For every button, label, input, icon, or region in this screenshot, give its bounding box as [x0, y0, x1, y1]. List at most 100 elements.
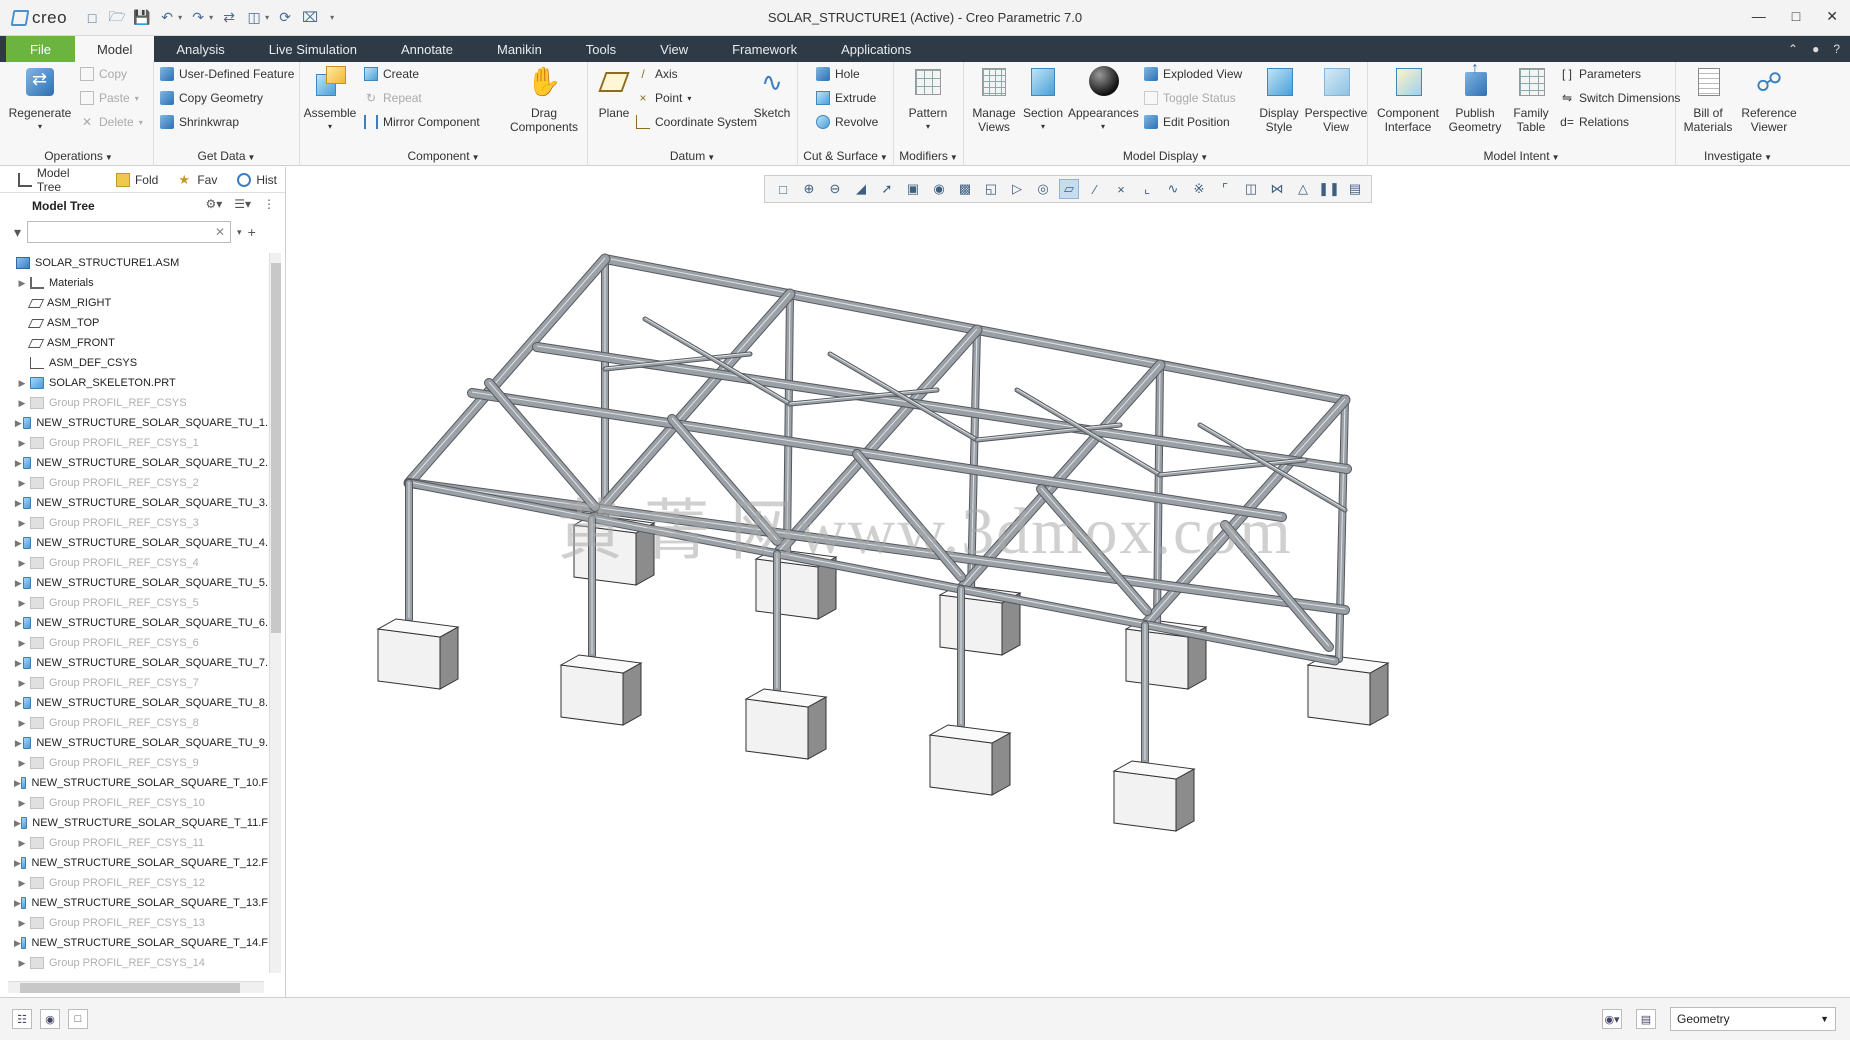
section-display-icon[interactable]: ◫ — [1241, 179, 1261, 199]
expand-arrow-icon[interactable]: ▶ — [14, 838, 30, 849]
tree-item[interactable]: ▶ NEW_STRUCTURE_SOLAR_SQUARE_TU_4. — [14, 533, 268, 553]
minimize-ribbon-icon[interactable]: ⌃ — [1788, 42, 1798, 56]
more-display-icon[interactable]: ▤ — [1345, 179, 1365, 199]
switch-dimensions-button[interactable]: ⇋ Switch Dimensions — [1560, 88, 1680, 108]
undo-dropdown-icon[interactable]: ▾ — [178, 13, 182, 22]
tree-item[interactable]: ▶ Materials — [14, 273, 268, 293]
tree-item[interactable]: ▶ NEW_STRUCTURE_SOLAR_SQUARE_T_10.F — [14, 773, 268, 793]
expand-arrow-icon[interactable]: ▶ — [14, 738, 23, 749]
manage-views-button[interactable]: Manage Views — [966, 64, 1022, 134]
expand-arrow-icon[interactable]: ▶ — [14, 858, 21, 869]
reorient-icon[interactable]: ➚ — [877, 179, 897, 199]
expand-arrow-icon[interactable]: ▶ — [14, 538, 23, 549]
tree-item[interactable]: ▶ Group PROFIL_REF_CSYS_7 — [14, 673, 268, 693]
expand-arrow-icon[interactable]: ▶ — [14, 558, 30, 569]
help-icon[interactable]: ? — [1833, 42, 1840, 56]
csys-display-icon[interactable]: ⌞ — [1137, 179, 1157, 199]
repeat-button[interactable]: ↻ Repeat — [364, 88, 422, 108]
delete-button[interactable]: ✕ Delete ▾ — [80, 112, 143, 132]
expand-arrow-icon[interactable]: ▶ — [14, 878, 30, 889]
revolve-button[interactable]: Revolve — [816, 112, 878, 132]
group-title-model-display[interactable]: Model Display ▼ — [964, 149, 1367, 163]
tree-item[interactable]: ▶ Group PROFIL_REF_CSYS_6 — [14, 633, 268, 653]
tree-item[interactable]: ▶ Group PROFIL_REF_CSYS_14 — [14, 953, 268, 973]
close-icon[interactable]: ✕ — [1826, 8, 1838, 25]
tree-vertical-scrollbar[interactable] — [269, 253, 281, 973]
tree-item[interactable]: ▶ NEW_STRUCTURE_SOLAR_SQUARE_TU_2. — [14, 453, 268, 473]
sketch-button[interactable]: ∿ Sketch — [748, 64, 796, 120]
toggle-status-button[interactable]: Toggle Status — [1144, 88, 1236, 108]
mirror-component-button[interactable]: Mirror Component — [364, 112, 480, 132]
graphics-window[interactable]: □ ⊕ ⊖ ◢ ➚ ▣ ◉ ▩ ◱ ▷ ◎ ▱ ∕ × ⌞ ∿ ※ ⌜ ◫ ⋈ … — [287, 167, 1850, 997]
maximize-icon[interactable]: □ — [1792, 8, 1800, 25]
tab-manikin[interactable]: Manikin — [475, 36, 564, 62]
csys-tag-icon[interactable]: ⌜ — [1215, 179, 1235, 199]
tree-horizontal-scrollbar[interactable] — [8, 981, 264, 993]
saved-orientations-icon[interactable]: ▣ — [903, 179, 923, 199]
tree-item[interactable]: ▶ Group PROFIL_REF_CSYS_12 — [14, 873, 268, 893]
expand-arrow-icon[interactable]: ▶ — [14, 758, 30, 769]
parameters-button[interactable]: [ ] Parameters — [1560, 64, 1641, 84]
tree-scroll-thumb[interactable] — [271, 263, 281, 633]
toggle-navigator-icon[interactable]: ☷ — [12, 1009, 32, 1029]
tree-item[interactable]: ▶ NEW_STRUCTURE_SOLAR_SQUARE_T_11.F — [14, 813, 268, 833]
solar-structure-model[interactable] — [287, 207, 1850, 997]
publish-geometry-button[interactable]: ↑ Publish Geometry — [1444, 61, 1506, 135]
tree-hscroll-thumb[interactable] — [20, 983, 240, 993]
expand-arrow-icon[interactable]: ▶ — [14, 938, 21, 949]
tab-folder-browser[interactable]: Fold — [108, 168, 166, 192]
tree-item[interactable]: ▶ NEW_STRUCTURE_SOLAR_SQUARE_TU_6. — [14, 613, 268, 633]
full-screen-icon[interactable]: □ — [68, 1009, 88, 1029]
explode-icon[interactable]: ⋈ — [1267, 179, 1287, 199]
expand-arrow-icon[interactable]: ▶ — [14, 398, 30, 409]
tree-settings-icon[interactable]: ⚙▾ — [205, 197, 222, 211]
tree-item[interactable]: ▶ NEW_STRUCTURE_SOLAR_SQUARE_T_13.F — [14, 893, 268, 913]
refit-icon[interactable]: □ — [773, 179, 793, 199]
perspective-small-icon[interactable]: ◱ — [981, 179, 1001, 199]
view-manager-icon[interactable]: ◉ — [929, 179, 949, 199]
expand-arrow-icon[interactable]: ▶ — [14, 438, 30, 449]
selection-buffer-icon[interactable]: ▤ — [1636, 1009, 1656, 1029]
tree-item[interactable]: ASM_DEF_CSYS — [14, 353, 268, 373]
tree-item[interactable]: ▶ Group PROFIL_REF_CSYS_9 — [14, 753, 268, 773]
expand-arrow-icon[interactable]: ▶ — [14, 958, 30, 969]
toggle-browser-icon[interactable]: ◉ — [40, 1009, 60, 1029]
redo-icon[interactable]: ↷ — [189, 9, 207, 27]
point-tag-icon[interactable]: ※ — [1189, 179, 1209, 199]
tree-item[interactable]: ASM_FRONT — [14, 333, 268, 353]
group-title-operations[interactable]: Operations ▼ — [4, 149, 153, 163]
appearances-button[interactable]: Appearances ▾ — [1068, 64, 1139, 134]
tree-item[interactable]: ▶ Group PROFIL_REF_CSYS_11 — [14, 833, 268, 853]
group-title-datum[interactable]: Datum ▼ — [588, 149, 797, 163]
display-style-button[interactable]: Display Style — [1254, 64, 1304, 134]
tab-annotate[interactable]: Annotate — [379, 36, 475, 62]
tree-item[interactable]: ▶ Group PROFIL_REF_CSYS_3 — [14, 513, 268, 533]
group-title-investigate[interactable]: Investigate ▼ — [1676, 149, 1800, 163]
redo-dropdown-icon[interactable]: ▾ — [209, 13, 213, 22]
expand-arrow-icon[interactable]: ▶ — [14, 658, 23, 669]
close-window-icon[interactable]: ⌧ — [301, 9, 319, 27]
perspective-view-button[interactable]: Perspective View — [1304, 64, 1368, 134]
regenerate-button[interactable]: ⇄ Regenerate ▾ — [8, 64, 72, 134]
tab-file[interactable]: File — [6, 36, 75, 62]
rebuild-icon[interactable]: ⟳ — [276, 9, 294, 27]
tree-item[interactable]: ▶ Group PROFIL_REF_CSYS_5 — [14, 593, 268, 613]
expand-arrow-icon[interactable]: ▶ — [14, 918, 30, 929]
coordinate-system-button[interactable]: Coordinate System — [636, 112, 757, 132]
tab-tools[interactable]: Tools — [564, 36, 638, 62]
tree-item[interactable]: ▶ Group PROFIL_REF_CSYS_13 — [14, 913, 268, 933]
tab-model[interactable]: Model — [74, 36, 155, 62]
expand-arrow-icon[interactable]: ▶ — [14, 638, 30, 649]
tree-item[interactable]: ASM_TOP — [14, 313, 268, 333]
windows-icon[interactable]: ◫ — [245, 9, 263, 27]
expand-arrow-icon[interactable]: ▶ — [14, 778, 21, 789]
user-defined-feature-button[interactable]: User-Defined Feature — [160, 64, 294, 84]
expand-arrow-icon[interactable]: ▶ — [14, 518, 30, 529]
tab-favorites[interactable]: ★ Fav — [170, 168, 225, 192]
tree-item[interactable]: ▶ SOLAR_SKELETON.PRT — [14, 373, 268, 393]
component-interface-button[interactable]: Component Interface — [1372, 64, 1444, 134]
tab-model-tree[interactable]: Model Tree — [10, 166, 104, 194]
tree-item[interactable]: ▶ Group PROFIL_REF_CSYS_1 — [14, 433, 268, 453]
expand-arrow-icon[interactable]: ▶ — [14, 818, 21, 829]
tree-item[interactable]: ASM_RIGHT — [14, 293, 268, 313]
